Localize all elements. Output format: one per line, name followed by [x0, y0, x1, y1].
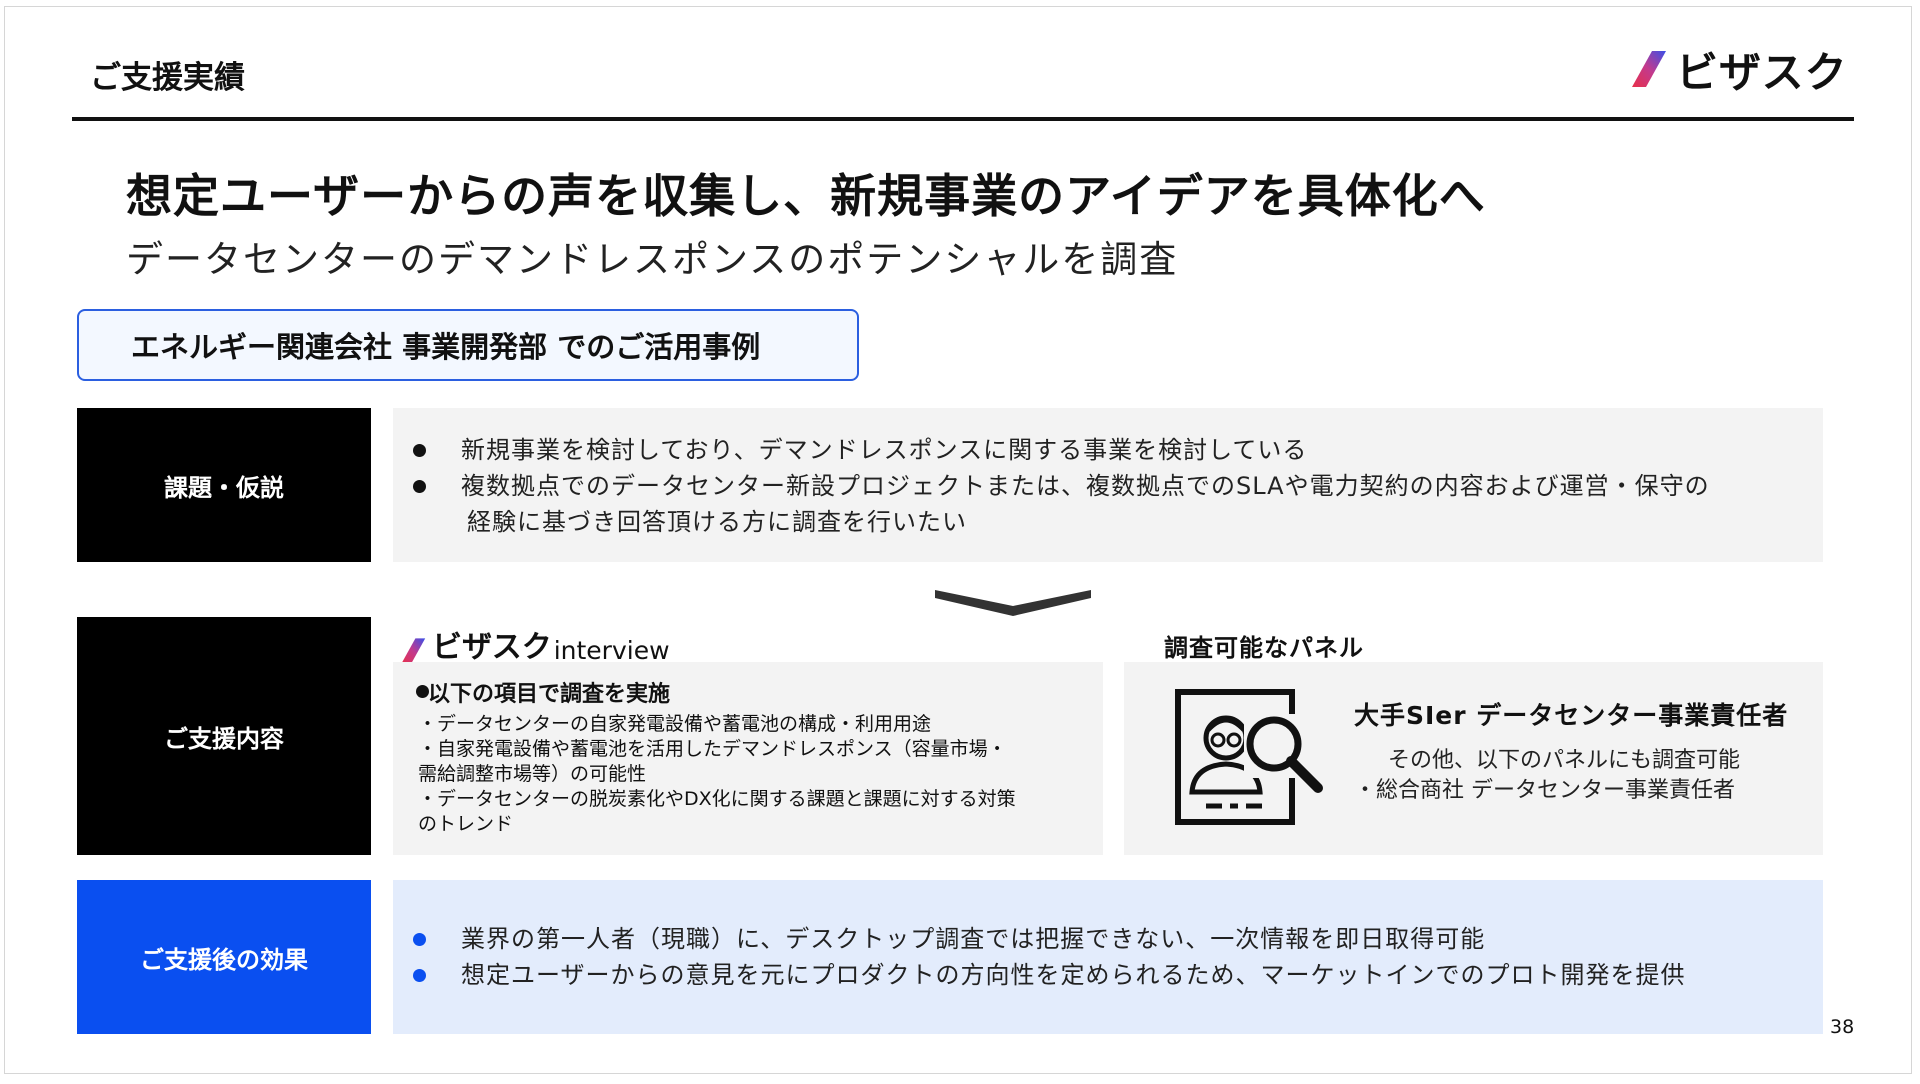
person-search-icon: [1175, 689, 1323, 825]
header-divider: [72, 117, 1854, 121]
challenge-bullet: 新規事業を検討しており、デマンドレスポンスに関する事業を検討している: [393, 432, 1823, 468]
support-items: ・データセンターの自家発電設備や蓄電池の構成・利用用途 ・自家発電設備や蓄電池を…: [418, 712, 1090, 837]
effect-bullet: 業界の第一人者（現職）に、デスクトップ調査では把握できない、一次情報を即日取得可…: [393, 921, 1823, 957]
support-item: ・データセンターの脱炭素化やDX化に関する課題と課題に対する対策: [418, 788, 1016, 810]
row-label-effect: ご支援後の効果: [77, 880, 371, 1034]
challenge-bullet-continuation: 経験に基づき回答頂ける方に調査を行いたい: [467, 508, 967, 536]
support-bullet: 以下の項目で調査を実施: [415, 676, 670, 708]
row-label-effect-text: ご支援後の効果: [140, 945, 308, 974]
bizasq-logo-text: ビザスク: [432, 630, 552, 665]
challenge-bullets: 新規事業を検討しており、デマンドレスポンスに関する事業を検討している 複数拠点で…: [393, 432, 1823, 504]
support-item: のトレンド: [418, 813, 514, 835]
panel-other-line: ・総合商社 データセンター事業責任者: [1354, 778, 1735, 803]
subheadline: データセンターのデマンドレスポンスのポテンシャルを調査: [126, 238, 1179, 281]
support-item: 需給調整市場等）の可能性: [418, 763, 647, 785]
section-title: ご支援実績: [90, 60, 245, 96]
case-label: エネルギー関連会社 事業開発部 でのご活用事例: [131, 330, 761, 364]
support-item: ・データセンターの自家発電設備や蓄電池の構成・利用用途: [418, 713, 932, 735]
effect-bullets: 業界の第一人者（現職）に、デスクトップ調査では把握できない、一次情報を即日取得可…: [393, 921, 1823, 993]
panel-title: 大手SIer データセンター事業責任者: [1354, 701, 1789, 730]
effect-bullet: 想定ユーザーからの意見を元にプロダクトの方向性を定められるため、マーケットインで…: [393, 957, 1823, 993]
support-item: ・自家発電設備や蓄電池を活用したデマンドレスポンス（容量市場・: [418, 738, 1007, 760]
panel-others: その他、以下のパネルにも調査可能 ・総合商社 データセンター事業責任者: [1354, 746, 1740, 806]
row-label-support-text: ご支援内容: [164, 724, 284, 753]
logo-text: ビザスク: [1676, 47, 1848, 97]
interview-logo-text: interview: [553, 636, 670, 665]
logo-slash-icon: [1632, 51, 1666, 87]
page-number: 38: [1830, 1016, 1855, 1038]
chevron-down-icon: [935, 590, 1091, 616]
headline: 想定ユーザーからの声を収集し、新規事業のアイデアを具体化へ: [126, 169, 1486, 223]
panel-heading: 調査可能なパネル: [1164, 634, 1364, 662]
row-label-challenge-text: 課題・仮説: [164, 473, 284, 502]
row-label-support: ご支援内容: [77, 617, 371, 855]
effect-panel: 業界の第一人者（現職）に、デスクトップ調査では把握できない、一次情報を即日取得可…: [393, 880, 1823, 1034]
challenge-panel: 新規事業を検討しており、デマンドレスポンスに関する事業を検討している 複数拠点で…: [393, 408, 1823, 562]
case-label-box: エネルギー関連会社 事業開発部 でのご活用事例: [77, 309, 859, 381]
bizasq-interview-logo: ビザスク interview: [400, 622, 670, 666]
row-label-challenge: 課題・仮説: [77, 408, 371, 562]
challenge-bullet: 複数拠点でのデータセンター新設プロジェクトまたは、複数拠点でのSLAや電力契約の…: [393, 468, 1823, 504]
panel-other-line: その他、以下のパネルにも調査可能: [1388, 748, 1741, 773]
company-logo: ビザスク: [1630, 44, 1848, 97]
